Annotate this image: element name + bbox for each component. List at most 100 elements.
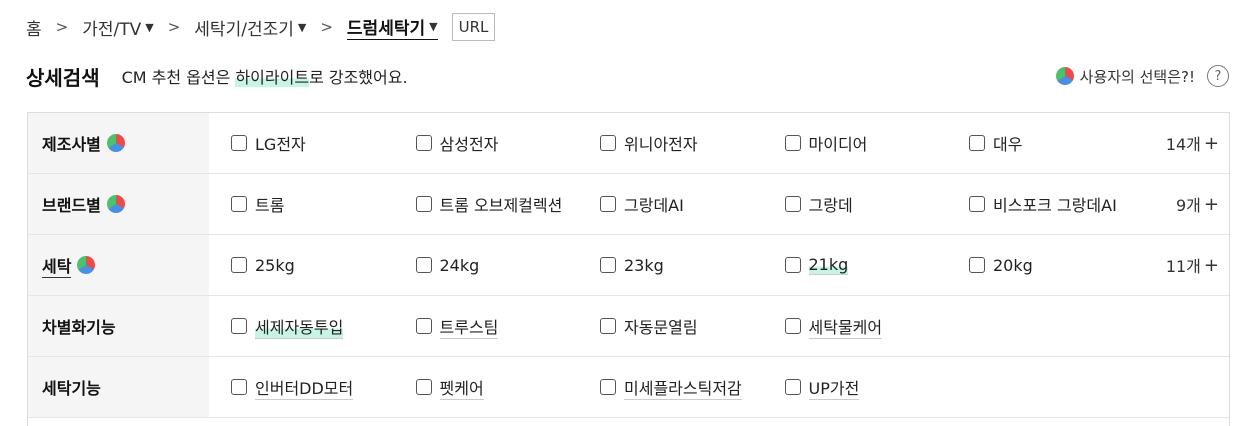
- option-daewoo[interactable]: 대우: [969, 131, 1154, 155]
- filter-label-brand: 브랜드별: [28, 174, 209, 234]
- user-choice[interactable]: 사용자의 선택은?! ?: [1055, 65, 1229, 87]
- option-lg[interactable]: LG전자: [231, 131, 416, 155]
- more-count: 14개: [1165, 135, 1201, 154]
- question-circle-icon[interactable]: ?: [1207, 65, 1229, 87]
- notice-suffix: 로 강조했어요.: [309, 68, 408, 87]
- option-25kg[interactable]: 25kg: [231, 256, 416, 275]
- breadcrumb-home-label: 홈: [26, 19, 42, 40]
- chevron-right-icon: >: [320, 18, 333, 36]
- option-label: 20kg: [993, 255, 1033, 275]
- option-laundry-care[interactable]: 세탁물케어: [784, 314, 970, 339]
- checkbox[interactable]: [600, 135, 616, 151]
- pie-chart-icon[interactable]: [106, 134, 125, 152]
- breadcrumb-appliance-tv-label: 가전/TV: [82, 19, 142, 40]
- option-label: 21kg: [808, 255, 849, 275]
- filter-options: 인버터DD모터 펫케어 미세플라스틱저감 UP가전: [209, 357, 1229, 417]
- option-grande[interactable]: 그랑데: [784, 192, 970, 216]
- option-grande-ai[interactable]: 그랑데AI: [600, 192, 785, 216]
- checkbox[interactable]: [784, 196, 801, 212]
- filter-label-text: 제조사별: [42, 135, 101, 154]
- filter-row-wash-function: 세탁기능 인버터DD모터 펫케어 미세플라스틱저감 UP가전: [28, 357, 1229, 418]
- filter-label-manufacturer: 제조사별: [28, 113, 209, 173]
- filter-row-washing: 세탁 25kg 24kg 23kg 21kg 20kg 11개 +: [28, 235, 1229, 296]
- option-samsung[interactable]: 삼성전자: [415, 131, 601, 155]
- filter-label-text: 차별화기능: [42, 318, 116, 337]
- checkbox[interactable]: [600, 196, 616, 212]
- checkbox[interactable]: [969, 196, 985, 212]
- option-23kg[interactable]: 23kg: [600, 256, 785, 275]
- checkbox[interactable]: [969, 257, 985, 273]
- breadcrumb-home[interactable]: 홈: [26, 15, 42, 40]
- option-label: 세탁물케어: [808, 314, 883, 339]
- checkbox[interactable]: [600, 318, 616, 334]
- checkbox[interactable]: [784, 257, 801, 273]
- option-auto-detergent[interactable]: 세제자동투입: [231, 313, 416, 339]
- option-microplastic[interactable]: 미세플라스틱저감: [600, 375, 785, 400]
- option-24kg[interactable]: 24kg: [415, 255, 601, 275]
- filter-label-differentiation: 차별화기능: [28, 296, 209, 356]
- filter-table: 제조사별 LG전자 삼성전자 위니아전자 마이디어 대우 14개 + 브랜드별 트…: [27, 112, 1230, 426]
- breadcrumb: 홈 > 가전/TV ▼ > 세탁기/건조기 ▼ > 드럼세탁기 ▼ URL: [26, 12, 496, 42]
- checkbox[interactable]: [415, 135, 432, 151]
- breadcrumb-drum-washer[interactable]: 드럼세탁기 ▼: [346, 14, 438, 40]
- option-trom-objet[interactable]: 트롬 오브제컬렉션: [415, 192, 601, 216]
- triangle-down-icon: ▼: [429, 20, 438, 33]
- filter-options: LG전자 삼성전자 위니아전자 마이디어 대우 14개 +: [209, 113, 1229, 173]
- filter-row-differentiation: 차별화기능 세제자동투입 트루스팀 자동문열림 세탁물케어: [28, 296, 1229, 357]
- pie-chart-icon[interactable]: [106, 195, 125, 213]
- option-true-steam[interactable]: 트루스팀: [415, 314, 601, 339]
- pie-chart-icon[interactable]: [77, 256, 96, 274]
- option-inverter-dd[interactable]: 인버터DD모터: [231, 375, 416, 400]
- checkbox[interactable]: [415, 379, 432, 395]
- option-label: 트롬: [255, 196, 285, 215]
- option-winia[interactable]: 위니아전자: [600, 131, 785, 155]
- checkbox[interactable]: [231, 318, 247, 334]
- option-label: 24kg: [439, 255, 480, 275]
- more-manufacturer-button[interactable]: 14개 +: [1166, 113, 1219, 173]
- filter-label-text: 세탁기능: [42, 379, 101, 398]
- checkbox[interactable]: [231, 257, 247, 273]
- checkbox[interactable]: [969, 135, 985, 151]
- option-label: 위니아전자: [624, 135, 698, 154]
- checkbox[interactable]: [415, 318, 432, 334]
- url-button[interactable]: URL: [451, 13, 496, 41]
- option-midea[interactable]: 마이디어: [784, 131, 970, 155]
- plus-icon: +: [1203, 193, 1219, 215]
- option-20kg[interactable]: 20kg: [969, 256, 1154, 275]
- checkbox[interactable]: [784, 379, 801, 395]
- breadcrumb-washer-dryer-label: 세탁기/건조기: [194, 19, 294, 40]
- filter-label-text: 세탁: [42, 253, 72, 278]
- checkbox[interactable]: [231, 135, 247, 151]
- breadcrumb-appliance-tv[interactable]: 가전/TV ▼: [82, 15, 154, 40]
- checkbox[interactable]: [784, 318, 801, 334]
- option-21kg[interactable]: 21kg: [784, 255, 970, 275]
- breadcrumb-washer-dryer[interactable]: 세탁기/건조기 ▼: [194, 15, 306, 40]
- checkbox[interactable]: [415, 196, 432, 212]
- option-label: 25kg: [255, 255, 295, 275]
- checkbox[interactable]: [600, 379, 616, 395]
- checkbox[interactable]: [415, 257, 432, 273]
- option-auto-door[interactable]: 자동문열림: [600, 314, 785, 338]
- checkbox[interactable]: [600, 257, 616, 273]
- option-up-appliance[interactable]: UP가전: [784, 375, 970, 400]
- option-pet-care[interactable]: 펫케어: [415, 375, 601, 400]
- more-count: 9개: [1176, 196, 1201, 215]
- option-label: 그랑데: [808, 196, 853, 215]
- breadcrumb-drum-washer-label: 드럼세탁기: [346, 19, 426, 39]
- filter-row-manufacturer: 제조사별 LG전자 삼성전자 위니아전자 마이디어 대우 14개 +: [28, 113, 1229, 174]
- notice-highlight: 하이라이트: [235, 68, 310, 87]
- filter-label-wash-function: 세탁기능: [28, 357, 209, 417]
- option-label: 삼성전자: [439, 135, 499, 154]
- more-washing-button[interactable]: 11개 +: [1166, 235, 1219, 295]
- option-label: 펫케어: [439, 375, 484, 400]
- filter-label-text: 브랜드별: [42, 196, 101, 215]
- more-count: 11개: [1165, 257, 1201, 276]
- checkbox[interactable]: [231, 196, 247, 212]
- option-trom[interactable]: 트롬: [231, 192, 416, 216]
- more-brand-button[interactable]: 9개 +: [1176, 174, 1219, 234]
- option-label: 세제자동투입: [255, 313, 344, 339]
- checkbox[interactable]: [231, 379, 247, 395]
- option-bespoke-grande-ai[interactable]: 비스포크 그랑데AI: [969, 192, 1154, 216]
- chevron-right-icon: >: [167, 18, 181, 36]
- checkbox[interactable]: [784, 135, 801, 151]
